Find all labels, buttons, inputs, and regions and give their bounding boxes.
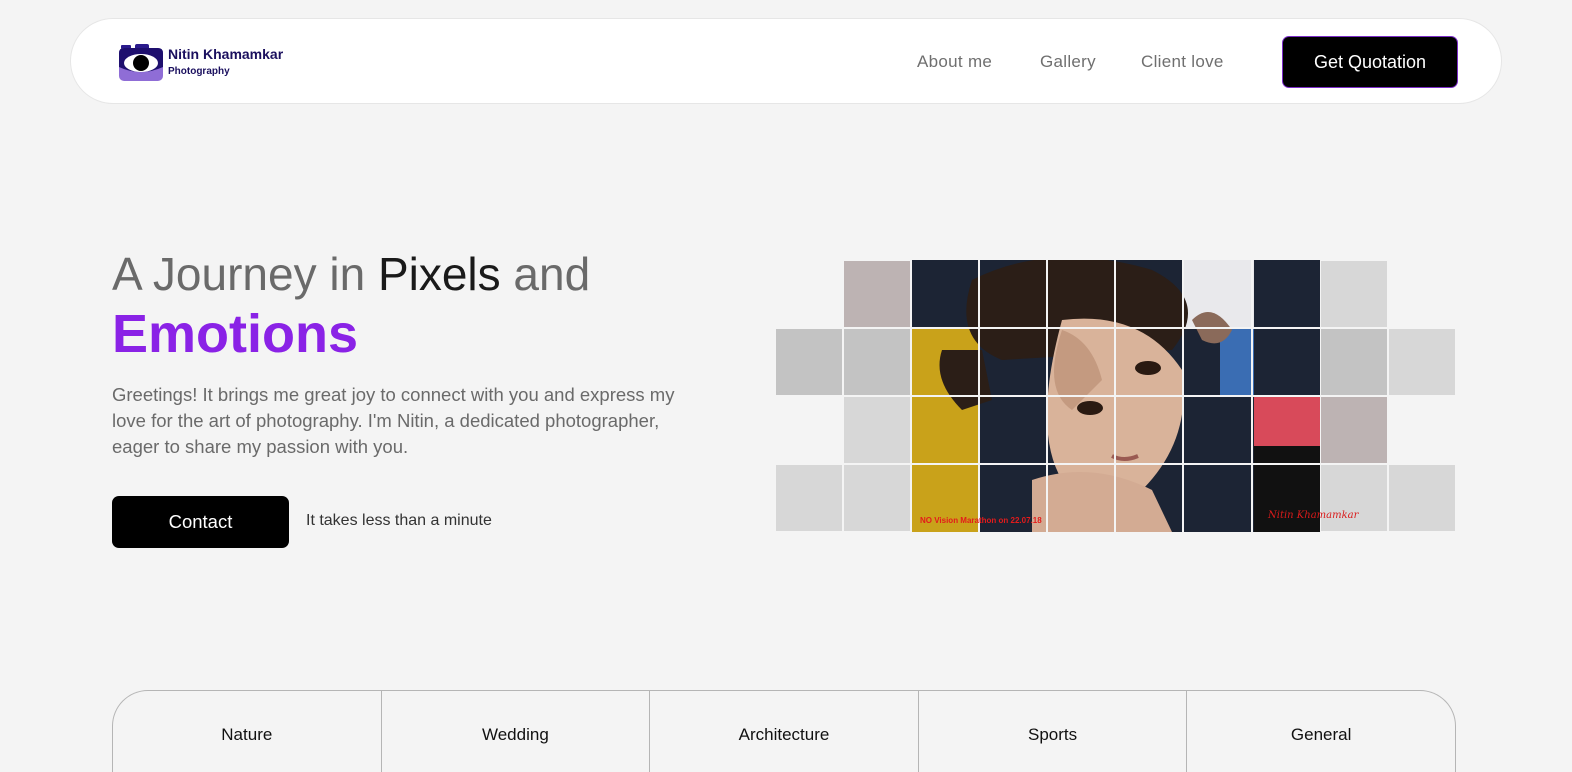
camera-eye-icon	[119, 43, 163, 81]
tab-architecture[interactable]: Architecture	[650, 691, 919, 772]
mosaic-tile	[844, 397, 910, 463]
photo-signature: Nitin Khamamkar	[1268, 510, 1359, 521]
hero-title-part1: A Journey in	[112, 248, 378, 300]
hero-title-emphasis: Pixels	[377, 248, 501, 300]
brand-tagline: Photography	[168, 65, 230, 77]
portrait-photo	[912, 260, 1320, 532]
category-tabs: Nature Wedding Architecture Sports Gener…	[112, 690, 1456, 772]
tab-wedding[interactable]: Wedding	[382, 691, 651, 772]
tab-general[interactable]: General	[1187, 691, 1455, 772]
contact-button[interactable]: Contact	[112, 496, 289, 548]
hero-title: A Journey in Pixels and	[112, 246, 590, 302]
mosaic-tile	[1321, 329, 1387, 395]
brand-name: Nitin Khamamkar	[168, 46, 284, 62]
mosaic-tile	[1321, 397, 1387, 463]
mosaic-tile	[776, 465, 842, 531]
mosaic-tile	[1389, 329, 1455, 395]
contact-note: It takes less than a minute	[306, 512, 492, 529]
nav-about-me[interactable]: About me	[917, 52, 992, 72]
hero-title-part2: and	[500, 248, 591, 300]
mosaic-tile	[844, 465, 910, 531]
mosaic-tile	[844, 329, 910, 395]
mosaic-tile	[776, 329, 842, 395]
tab-nature[interactable]: Nature	[113, 691, 382, 772]
nav-client-love[interactable]: Client love	[1141, 52, 1224, 72]
navbar: Nitin Khamamkar Photography About me Gal…	[70, 18, 1502, 104]
hero-title-highlight: Emotions	[112, 304, 359, 364]
nav-gallery[interactable]: Gallery	[1040, 52, 1096, 72]
mosaic-tile	[844, 261, 910, 327]
tab-sports[interactable]: Sports	[919, 691, 1188, 772]
mosaic-tile	[1389, 465, 1455, 531]
photo-watermark: NO Vision Marathon on 22.07.18	[920, 516, 1042, 525]
hero-description: Greetings! It brings me great joy to con…	[112, 384, 675, 457]
mosaic-tile	[1321, 261, 1387, 327]
logo[interactable]: Nitin Khamamkar Photography	[119, 43, 283, 81]
get-quotation-button[interactable]: Get Quotation	[1282, 36, 1458, 88]
mosaic-tile	[1321, 465, 1387, 531]
